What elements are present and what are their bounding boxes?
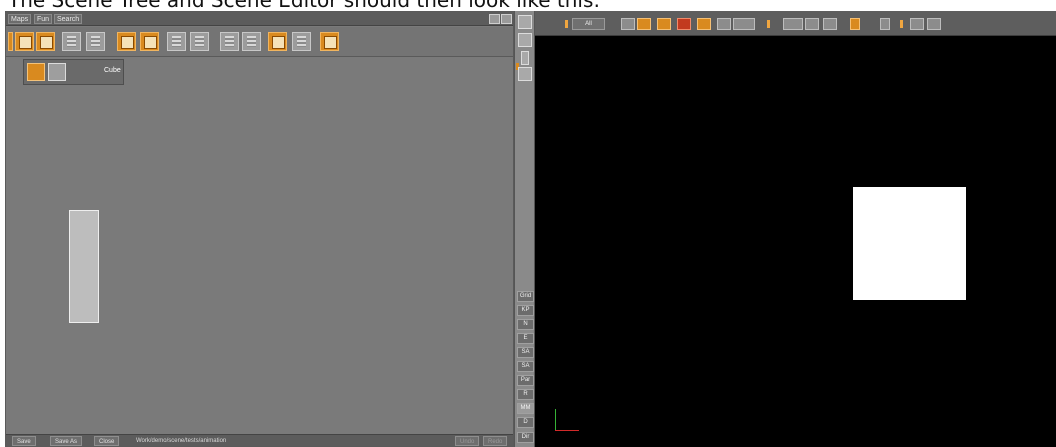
pause-icon[interactable] [637, 18, 651, 30]
scene-tree-panel: Maps Fun Search Cube Save Save As Close … [5, 11, 514, 447]
scene-tree-toolbar [6, 27, 513, 57]
close-button[interactable]: Close [94, 436, 120, 446]
side-button-mm[interactable]: MM [517, 403, 534, 414]
move-icon[interactable] [783, 18, 803, 30]
scene-path: Work/demo/scene/tests/animation [136, 438, 227, 444]
search-icon[interactable] [117, 32, 136, 51]
side-button-par[interactable]: Par [517, 375, 534, 386]
scene-editor-panel: All [535, 11, 1056, 447]
save-as-button[interactable]: Save As [50, 436, 83, 446]
cube-node-label: Cube [104, 67, 121, 74]
panel-detach-icon[interactable] [501, 14, 512, 24]
scale-icon[interactable] [823, 18, 837, 30]
align-icon[interactable] [927, 18, 941, 30]
properties-icon[interactable] [320, 32, 339, 51]
branch-icon[interactable] [242, 32, 261, 51]
split-icon[interactable] [86, 32, 105, 51]
play-icon[interactable] [657, 18, 671, 30]
pin-icon[interactable] [8, 32, 13, 51]
scene-viewport[interactable] [535, 37, 1056, 447]
last-frame-icon[interactable] [717, 18, 731, 30]
tab-maps[interactable]: Maps [8, 14, 32, 24]
stop-icon[interactable] [677, 18, 691, 30]
camera-icon[interactable] [880, 18, 890, 30]
lock-icon[interactable] [518, 15, 532, 29]
side-button-sa-1[interactable]: SA [517, 347, 534, 358]
scene-editor-toolbar: All [535, 11, 1056, 36]
side-strip: Grid KP N E SA SA Par R MM D Dir [514, 11, 535, 447]
side-button-sa-2[interactable]: SA [517, 361, 534, 372]
side-button-e[interactable]: E [517, 333, 534, 344]
side-button-n[interactable]: N [517, 319, 534, 330]
side-button-grid[interactable]: Grid [517, 291, 534, 302]
divider-pin-icon [767, 20, 770, 28]
step-forward-icon[interactable] [697, 18, 711, 30]
expand-tree-icon[interactable] [167, 32, 186, 51]
scene-tree-bottom-bar: Save Save As Close Work/demo/scene/tests… [6, 434, 513, 446]
root-group-icon[interactable] [27, 63, 45, 81]
snap-icon[interactable] [910, 18, 924, 30]
toolbar-pin-icon [565, 20, 568, 28]
container-icon[interactable] [36, 32, 55, 51]
tab-search[interactable]: Search [54, 14, 83, 24]
x-axis-indicator [555, 430, 579, 431]
zoom-icon[interactable] [140, 32, 159, 51]
list-icon[interactable] [292, 32, 311, 51]
collapse-tree-icon[interactable] [190, 32, 209, 51]
loop-icon[interactable] [733, 18, 755, 30]
save-button[interactable]: Save [12, 436, 36, 446]
side-button-d[interactable]: D [517, 417, 534, 428]
grid-toggle-icon[interactable] [518, 33, 532, 47]
redo-button[interactable]: Redo [483, 436, 508, 446]
handle-icon[interactable] [521, 51, 529, 65]
panel-menu-icon[interactable] [489, 14, 500, 24]
pane-icon[interactable] [268, 32, 287, 51]
layer-icon[interactable] [518, 67, 532, 81]
scene-node-row[interactable]: Cube [23, 59, 124, 323]
scene-tree-tabbar: Maps Fun Search [6, 12, 513, 26]
cube-node-icon[interactable] [69, 210, 99, 323]
view-selector[interactable]: All [572, 18, 605, 30]
caption-text: The Scene Tree and Scene Editor should t… [8, 0, 908, 10]
stack-icon[interactable] [62, 32, 81, 51]
side-button-r[interactable]: R [517, 389, 534, 400]
light-icon[interactable] [850, 18, 860, 30]
tab-fun[interactable]: Fun [34, 14, 53, 24]
transform-node-icon[interactable] [48, 63, 66, 81]
group-icon[interactable] [15, 32, 34, 51]
outline-icon[interactable] [220, 32, 239, 51]
side-button-kp[interactable]: KP [517, 305, 534, 316]
undo-button[interactable]: Undo [455, 436, 480, 446]
first-frame-icon[interactable] [621, 18, 635, 30]
y-axis-indicator [555, 409, 556, 431]
cube-object[interactable] [853, 187, 966, 300]
right-pin-icon [900, 20, 903, 28]
rotate-icon[interactable] [805, 18, 819, 30]
side-button-dir[interactable]: Dir [517, 432, 534, 443]
